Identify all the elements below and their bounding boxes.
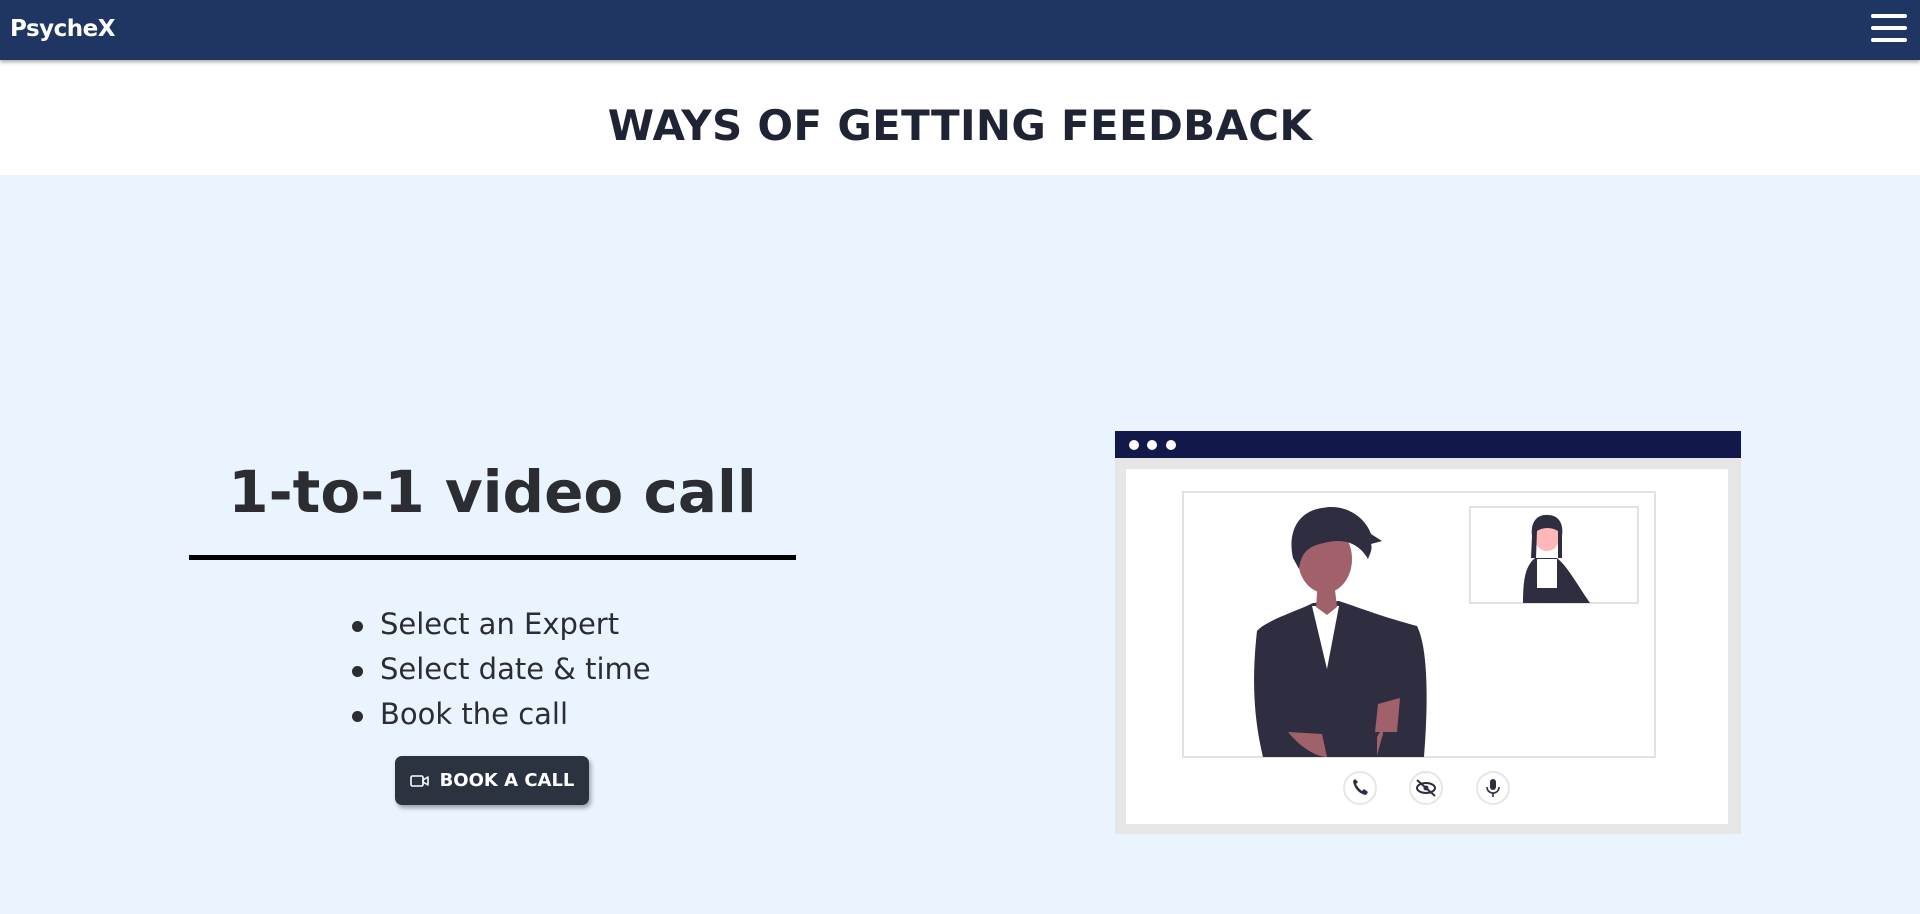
bullet-icon — [352, 711, 363, 722]
navbar: PsycheX — [0, 0, 1920, 60]
video-call-illustration — [1115, 431, 1741, 834]
hamburger-menu-icon[interactable] — [1871, 14, 1907, 44]
book-call-label: BOOK A CALL — [439, 770, 575, 791]
brand-logo[interactable]: PsycheX — [10, 16, 115, 42]
list-item: Select date & time — [352, 647, 651, 692]
step-text: Select an Expert — [380, 607, 620, 641]
step-text: Select date & time — [380, 652, 651, 686]
window-titlebar — [1115, 431, 1741, 458]
video-camera-icon — [409, 774, 429, 787]
feature-title: 1-to-1 video call — [228, 458, 757, 526]
phone-icon — [1343, 771, 1377, 805]
list-item: Book the call — [352, 692, 651, 737]
section-title: WAYS OF GETTING FEEDBACK — [607, 101, 1313, 150]
bullet-icon — [352, 666, 363, 677]
steps-list: Select an Expert Select date & time Book… — [352, 602, 651, 737]
window-dot-icon — [1147, 440, 1157, 450]
window-dot-icon — [1129, 440, 1139, 450]
bullet-icon — [352, 621, 363, 632]
microphone-icon — [1476, 771, 1510, 805]
title-divider — [189, 555, 796, 560]
book-call-button[interactable]: BOOK A CALL — [395, 756, 589, 805]
step-text: Book the call — [380, 697, 569, 731]
window-dot-icon — [1166, 440, 1176, 450]
eye-off-icon — [1409, 771, 1443, 805]
list-item: Select an Expert — [352, 602, 651, 647]
